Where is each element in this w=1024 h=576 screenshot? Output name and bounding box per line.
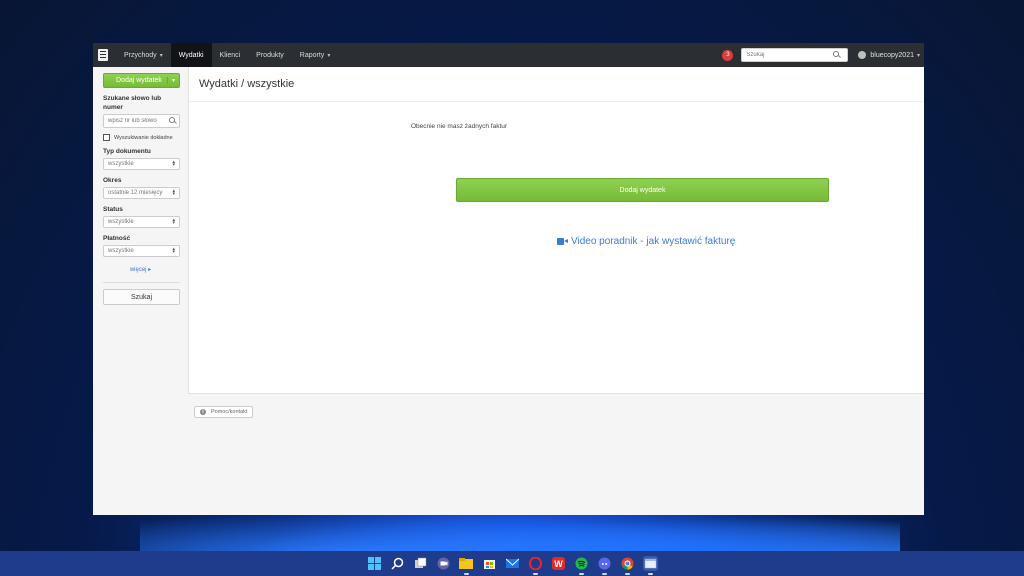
nav-item-raporty[interactable]: Raporty ▾ [292, 43, 339, 67]
top-search-input[interactable] [742, 52, 831, 58]
nav-item-wydatki[interactable]: Wydatki [170, 43, 212, 67]
notification-badge[interactable]: 3 [722, 49, 734, 61]
search-button[interactable]: Szukaj [103, 289, 180, 305]
opera-icon[interactable] [528, 556, 543, 575]
search-icon[interactable] [833, 51, 841, 59]
chrome-icon[interactable] [620, 556, 635, 575]
app-logo-icon[interactable] [98, 49, 108, 61]
period-value: ostatnie 12 miesięcy [108, 190, 163, 196]
wps-office-icon[interactable]: W [551, 556, 566, 571]
doc-type-value: wszystkie [108, 161, 134, 167]
exact-search-label: Wyszukiwanie dokładne [114, 134, 173, 141]
username-label: bluecopy2021 [870, 51, 914, 59]
video-tutorial-label: Video poradnik - jak wystawić fakturę [571, 236, 736, 247]
nav-item-label: Wydatki [178, 51, 204, 59]
doc-type-label: Typ dokumentu [103, 148, 151, 155]
add-expense-split-button: Dodaj wydatek ▾ [103, 73, 180, 88]
search-label: Szukane słowo lub numer [103, 95, 162, 111]
mail-icon[interactable] [505, 556, 520, 571]
chevron-down-icon: ▾ [916, 52, 920, 59]
status-label: Status [103, 206, 123, 213]
app-window-icon[interactable] [642, 556, 658, 575]
add-expense-big-button[interactable]: Dodaj wydatek [456, 178, 829, 202]
payment-label: Płatność [103, 235, 131, 242]
user-menu[interactable]: bluecopy2021 ▾ [858, 51, 922, 59]
help-contact-label: Pomoc/kontakt [211, 409, 248, 415]
nav-item-produkty[interactable]: Produkty [248, 43, 292, 67]
nav-item-label: Produkty [256, 51, 284, 59]
discord-icon[interactable] [597, 556, 612, 575]
doc-type-select[interactable]: wszystkie ▴ ▾ [103, 158, 180, 170]
top-search-box [741, 48, 849, 62]
add-expense-button[interactable]: Dodaj wydatek [104, 77, 162, 84]
filter-sidebar: Dodaj wydatek ▾ Szukane słowo lub numer … [93, 67, 188, 515]
exact-search-row[interactable]: Wyszukiwanie dokładne [103, 134, 178, 141]
help-contact-button[interactable]: i Pomoc/kontakt [194, 406, 254, 418]
nav-item-klienci[interactable]: Klienci [212, 43, 249, 67]
windows-start-icon[interactable] [367, 556, 382, 571]
store-icon[interactable] [482, 556, 497, 571]
period-select[interactable]: ostatnie 12 miesięcy ▴ ▾ [103, 187, 180, 199]
status-value: wszystkie [108, 219, 134, 225]
more-filters-link[interactable]: więcej ▸ [103, 266, 178, 273]
period-label: Okres [103, 177, 122, 184]
windows-taskbar: W [0, 551, 1024, 576]
app-window: Przychody ▾ Wydatki Klienci Produkty Rapo… [93, 43, 924, 515]
select-arrows-icon: ▴ ▾ [172, 217, 175, 226]
svg-text:W: W [554, 559, 563, 569]
video-tutorial-link[interactable]: Video poradnik - jak wystawić fakturę [557, 236, 735, 247]
chevron-down-icon[interactable]: ▾ [167, 77, 179, 84]
user-avatar-icon [858, 51, 867, 59]
task-view-icon[interactable] [413, 556, 428, 571]
empty-state-message: Obecnie nie masz żadnych faktur [410, 123, 508, 130]
payment-value: wszystkie [108, 248, 134, 254]
spotify-icon[interactable] [574, 556, 589, 575]
search-icon[interactable] [390, 556, 405, 571]
nav-item-label: Przychody [124, 51, 157, 59]
chevron-down-icon: ▾ [327, 52, 331, 59]
status-select[interactable]: wszystkie ▴ ▾ [103, 216, 180, 228]
chevron-down-icon: ▾ [159, 52, 163, 59]
chevron-down-icon: ▸ [148, 267, 152, 273]
sidebar-search-input[interactable] [108, 118, 166, 124]
sidebar-search-box [103, 114, 180, 128]
video-camera-icon [557, 238, 568, 245]
select-arrows-icon: ▴ ▾ [172, 246, 175, 255]
nav-item-label: Klienci [219, 51, 241, 59]
top-navbar: Przychody ▾ Wydatki Klienci Produkty Rapo… [93, 43, 924, 67]
teams-chat-icon[interactable] [436, 556, 451, 571]
file-explorer-icon[interactable] [459, 556, 474, 575]
navbar-right: 3 bluecopy2021 ▾ [722, 43, 924, 67]
search-icon[interactable] [169, 117, 175, 125]
sidebar-divider [103, 282, 180, 283]
main-content: Wydatki / wszystkie Obecnie nie masz żad… [188, 67, 924, 394]
more-filters-label: więcej [129, 267, 147, 273]
payment-select[interactable]: wszystkie ▴ ▾ [103, 245, 180, 257]
exact-search-checkbox[interactable] [103, 134, 110, 141]
nav-item-przychody[interactable]: Przychody ▾ [116, 43, 171, 67]
select-arrows-icon: ▴ ▾ [172, 159, 175, 168]
nav-item-label: Raporty [299, 51, 325, 59]
page-title: Wydatki / wszystkie [189, 67, 924, 102]
info-icon: i [200, 409, 206, 415]
select-arrows-icon: ▴ ▾ [172, 188, 175, 197]
